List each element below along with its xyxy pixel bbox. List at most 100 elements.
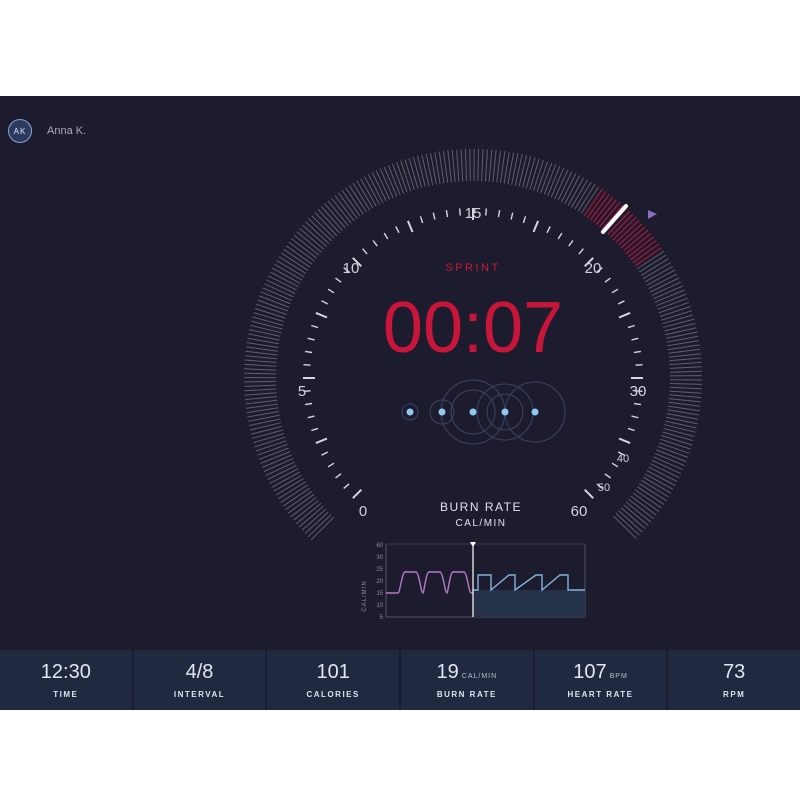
past-burn-line [386, 571, 473, 594]
inner-tick [372, 240, 378, 247]
inner-tick [327, 288, 335, 294]
outer-tick [255, 440, 287, 452]
outer-tick [533, 159, 544, 191]
inner-tick [522, 216, 527, 224]
dial-label-15: 15 [465, 205, 482, 222]
outer-tick [244, 363, 277, 367]
planned-burn-line [473, 574, 585, 592]
outer-tick [293, 234, 320, 256]
outer-tick [641, 479, 669, 498]
outer-tick [571, 179, 588, 208]
outer-tick [251, 320, 283, 330]
outer-tick-active [634, 247, 662, 267]
stat-value: 19 [436, 661, 459, 683]
dial-label-10: 10 [343, 260, 360, 277]
inner-tick [395, 226, 400, 234]
outer-tick [345, 187, 364, 215]
dial-label-30: 30 [630, 383, 647, 400]
workout-screen: AK Anna K. 0 5 10 15 20 30 40 50 60 SPRI… [0, 96, 800, 710]
outer-tick [665, 420, 697, 429]
outer-tick [249, 422, 282, 431]
inner-tick-major [583, 488, 594, 499]
outer-tick [299, 228, 325, 250]
outer-tick [464, 149, 467, 182]
outer-tick [615, 513, 640, 536]
outer-tick [327, 200, 349, 226]
outer-tick [664, 424, 696, 433]
outer-tick [662, 431, 694, 442]
stat-label: INTERVAL [173, 690, 226, 699]
inner-tick [311, 324, 319, 329]
outer-tick [518, 155, 527, 187]
outer-tick [460, 149, 464, 182]
outer-tick [659, 306, 691, 317]
outer-tick [669, 370, 702, 373]
outer-tick [668, 398, 701, 403]
outer-tick [283, 248, 311, 268]
chart-ytick: 10 [376, 603, 383, 609]
inner-tick [546, 226, 551, 234]
dial-label-50: 50 [598, 482, 610, 494]
outer-tick [630, 495, 657, 516]
outer-tick [522, 156, 532, 188]
outer-tick [451, 149, 456, 182]
outer-tick [667, 344, 700, 351]
future-area [473, 590, 585, 617]
inner-tick [627, 427, 635, 432]
stat-label: CALORIES [306, 690, 360, 699]
outer-tick [484, 149, 488, 182]
outer-tick [456, 149, 460, 182]
outer-tick [669, 361, 702, 366]
outer-tick [625, 501, 652, 523]
outer-tick-active [627, 236, 654, 258]
stat-value: 4/8 [185, 661, 214, 683]
outer-tick [525, 157, 536, 189]
outer-tick [623, 504, 649, 526]
outer-tick [245, 399, 278, 405]
outer-tick [256, 303, 287, 315]
stat-rpm: 73 RPM [668, 650, 800, 710]
inner-tick [635, 364, 643, 366]
stat-calories: 101 CALORIES [267, 650, 402, 710]
outer-tick [668, 348, 701, 354]
burn-rate-subtitle: CAL/MIN [455, 518, 506, 529]
outer-tick [618, 510, 643, 533]
inner-tick [303, 364, 311, 366]
outer-tick [290, 497, 317, 518]
outer-tick [320, 206, 343, 231]
outer-tick [634, 489, 662, 509]
inner-tick [568, 240, 574, 247]
outer-tick [417, 155, 426, 188]
inner-tick [627, 324, 635, 329]
chart-ytick: 15 [376, 591, 383, 597]
outer-tick [331, 197, 352, 224]
stat-label: RPM [723, 690, 746, 699]
outer-tick [244, 368, 277, 371]
inner-tick [445, 209, 449, 218]
outer-tick [669, 386, 702, 390]
inner-tick [307, 415, 315, 419]
outer-tick [574, 181, 592, 210]
interval-dot [531, 408, 539, 416]
stat-value: 12:30 [40, 661, 91, 683]
inner-tick-major [352, 488, 363, 499]
inner-tick [617, 300, 625, 305]
outer-tick-active [632, 243, 659, 264]
outer-tick [273, 474, 302, 492]
outer-tick [613, 515, 637, 539]
inner-tick-major [618, 311, 631, 319]
outer-tick [278, 481, 306, 500]
outer-tick [643, 476, 672, 494]
outer-tick [669, 357, 702, 362]
outer-tick [295, 502, 322, 525]
inner-tick [383, 232, 389, 240]
inner-tick [604, 473, 611, 479]
inner-tick [321, 300, 329, 305]
outer-tick [348, 185, 368, 213]
outer-tick [404, 159, 415, 191]
outer-tick-active [612, 216, 637, 241]
outer-tick [251, 429, 284, 439]
outer-tick [287, 493, 315, 514]
outer-tick [282, 487, 310, 507]
interval-dot [501, 408, 509, 416]
